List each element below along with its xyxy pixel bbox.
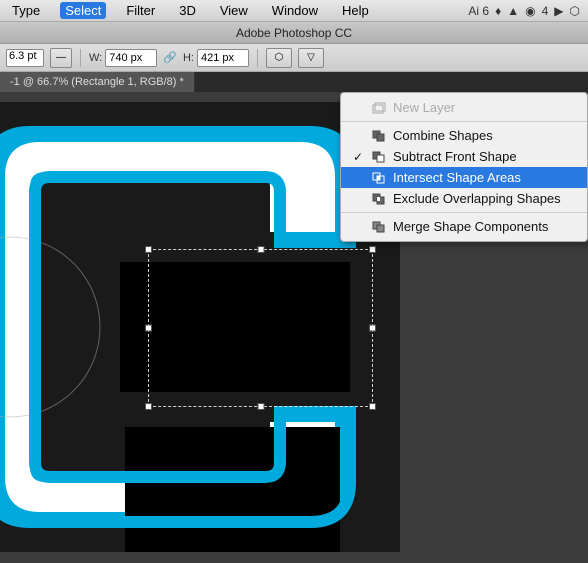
dropdown-subtract-front[interactable]: ✓ Subtract Front Shape bbox=[341, 146, 587, 167]
menu-help[interactable]: Help bbox=[338, 3, 373, 18]
shape-mode-btn[interactable]: ⬡ bbox=[266, 48, 292, 68]
mini-bridge-icon[interactable]: ▲ bbox=[507, 4, 519, 18]
height-label: H: bbox=[183, 52, 194, 64]
width-label: W: bbox=[89, 52, 102, 64]
intersect-label: Intersect Shape Areas bbox=[393, 170, 521, 185]
height-group: H: bbox=[183, 49, 249, 67]
document-tab[interactable]: -1 @ 66.7% (Rectangle 1, RGB/8) * bbox=[0, 72, 195, 92]
menu-window[interactable]: Window bbox=[268, 3, 322, 18]
dropdown-merge[interactable]: Merge Shape Components bbox=[341, 216, 587, 237]
combine-shapes-label: Combine Shapes bbox=[393, 128, 493, 143]
divider2 bbox=[257, 49, 258, 67]
dropdown-new-layer[interactable]: New Layer bbox=[341, 97, 587, 118]
dropdown-intersect[interactable]: Intersect Shape Areas bbox=[341, 167, 587, 188]
menu-bar: Type Select Filter 3D View Window Help A… bbox=[0, 0, 588, 22]
selection-handles bbox=[148, 249, 373, 407]
width-input[interactable] bbox=[105, 49, 157, 67]
menu-view[interactable]: View bbox=[216, 3, 252, 18]
stroke-btn[interactable]: — bbox=[50, 48, 72, 68]
canvas-content: New Layer Combine Shapes ✓ Subtract Fron… bbox=[0, 92, 588, 563]
menu-select[interactable]: Select bbox=[60, 2, 106, 19]
arrange-icon[interactable]: ⬡ bbox=[570, 4, 580, 18]
size-dropdown[interactable]: 6.3 pt bbox=[6, 49, 44, 67]
check-subtract: ✓ bbox=[351, 150, 365, 164]
exclude-icon bbox=[371, 192, 387, 206]
size-group: 6.3 pt bbox=[6, 49, 44, 67]
path-operations-dropdown: New Layer Combine Shapes ✓ Subtract Fron… bbox=[340, 92, 588, 242]
separator1 bbox=[341, 121, 587, 122]
tab-bar: -1 @ 66.7% (Rectangle 1, RGB/8) * bbox=[0, 72, 588, 92]
merge-label: Merge Shape Components bbox=[393, 219, 548, 234]
app-title: Adobe Photoshop CC bbox=[236, 26, 352, 40]
path-ops-btn[interactable]: ▽ bbox=[298, 48, 324, 68]
divider1 bbox=[80, 49, 81, 67]
new-layer-icon bbox=[371, 101, 387, 115]
menu-filter[interactable]: Filter bbox=[122, 3, 159, 18]
menu-3d[interactable]: 3D bbox=[175, 3, 200, 18]
play-icon[interactable]: ▶ bbox=[554, 4, 563, 18]
subtract-front-label: Subtract Front Shape bbox=[393, 149, 517, 164]
canvas-area: -1 @ 66.7% (Rectangle 1, RGB/8) * bbox=[0, 72, 588, 563]
menu-bar-right: Ai 6 ♦ ▲ ◉ 4 ▶ ⬡ bbox=[468, 4, 580, 18]
dropdown-combine-shapes[interactable]: Combine Shapes bbox=[341, 125, 587, 146]
title-bar: Adobe Photoshop CC bbox=[0, 22, 588, 44]
number4-icon: 4 bbox=[542, 4, 549, 18]
new-layer-label: New Layer bbox=[393, 100, 455, 115]
cloud-icon[interactable]: ◉ bbox=[525, 4, 535, 18]
ai6-icon: Ai 6 bbox=[468, 4, 489, 18]
separator2 bbox=[341, 212, 587, 213]
intersect-icon bbox=[371, 171, 387, 185]
subtract-icon bbox=[371, 150, 387, 164]
options-bar: 6.3 pt — W: 🔗 H: ⬡ ▽ bbox=[0, 44, 588, 72]
merge-icon bbox=[371, 220, 387, 234]
height-input[interactable] bbox=[197, 49, 249, 67]
dropdown-exclude[interactable]: Exclude Overlapping Shapes bbox=[341, 188, 587, 209]
link-icon: 🔗 bbox=[163, 51, 177, 64]
width-group: W: bbox=[89, 49, 157, 67]
bridge-icon[interactable]: ♦ bbox=[495, 4, 501, 18]
exclude-label: Exclude Overlapping Shapes bbox=[393, 191, 561, 206]
menu-type[interactable]: Type bbox=[8, 3, 44, 18]
combine-icon bbox=[371, 129, 387, 143]
